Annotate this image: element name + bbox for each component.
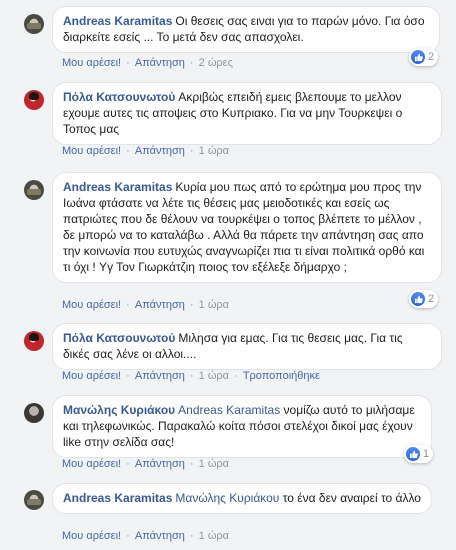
like-link[interactable]: Μου αρέσει! [62,299,121,311]
thumbs-up-icon [411,50,425,64]
reply-link[interactable]: Απάντηση [135,57,185,69]
avatar[interactable] [24,403,44,423]
avatar[interactable] [24,331,44,351]
avatar[interactable] [24,90,44,110]
avatar[interactable] [24,14,44,34]
comment-time[interactable]: 1 ώρα [199,145,229,157]
comment-text: Κυρία μου πως από το ερώτημα μου προς τη… [63,180,425,274]
comment-bubble: Πόλα Κατσουνωτού Μιλησα για εμας. Για τις… [52,323,442,370]
like-link[interactable]: Μου αρέσει! [62,57,121,69]
comment-bubble: Πόλα Κατσουνωτού Ακριβώς επειδή εμεις βλε… [52,82,442,145]
avatar[interactable] [24,490,44,510]
reply-link[interactable]: Απάντηση [135,299,185,311]
comment-bubble: Andreas Karamitas Μανώλης Κυριάκου το ένα… [52,483,432,514]
thumbs-up-icon [411,292,425,306]
like-link[interactable]: Μου αρέσει! [62,458,121,470]
comment-bubble: Andreas Karamitas Κυρία μου πως από το ερ… [52,172,442,283]
like-link[interactable]: Μου αρέσει! [62,530,121,542]
comment-time[interactable]: 1 ώρα [199,458,229,470]
comment-actions: Μου αρέσει! · Απάντηση · 2 ώρες [62,57,233,69]
reply-link[interactable]: Απάντηση [135,458,185,470]
like-link[interactable]: Μου αρέσει! [62,145,121,157]
mention-link[interactable]: Μανώλης Κυριάκου [175,491,279,505]
reaction-count[interactable]: 2 [409,290,439,308]
comment-author[interactable]: Μανώλης Κυριάκου [63,403,175,417]
reaction-count[interactable]: 1 [404,445,434,463]
comment-bubble: Μανώλης Κυριάκου Andreas Karamitas νομίζω… [52,395,432,458]
reaction-number: 2 [428,51,435,63]
thumbs-up-icon [406,447,420,461]
reply-link[interactable]: Απάντηση [135,530,185,542]
comment-author[interactable]: Andreas Karamitas [63,14,172,28]
avatar[interactable] [24,180,44,200]
comment-actions: Μου αρέσει! · Απάντηση · 1 ώρα [62,458,230,470]
comment-time[interactable]: 2 ώρες [199,57,233,69]
comment-bubble: Andreas Karamitas Οι θεσεις σας ειναι για… [52,6,440,53]
like-link[interactable]: Μου αρέσει! [62,370,121,382]
comment-actions: Μου αρέσει! · Απάντηση · 1 ώρα [62,299,230,311]
comment-author[interactable]: Πόλα Κατσουνωτού [63,331,175,345]
reaction-number: 2 [428,293,435,305]
comment-actions: Μου αρέσει! · Απάντηση · 1 ώρα [62,530,230,542]
edited-link[interactable]: Τροποποιήθηκε [243,370,320,382]
comment-time[interactable]: 1 ώρα [199,299,229,311]
comment-author[interactable]: Πόλα Κατσουνωτού [63,90,175,104]
reply-link[interactable]: Απάντηση [135,145,185,157]
reaction-count[interactable]: 2 [409,48,439,66]
comment-actions: Μου αρέσει! · Απάντηση · 1 ώρα · Τροποπο… [62,370,320,382]
comment-text: το ένα δεν αναιρεί το άλλο [282,491,421,505]
comment-time[interactable]: 1 ώρα [199,530,229,542]
comment-actions: Μου αρέσει! · Απάντηση · 1 ώρα [62,145,230,157]
comment-author[interactable]: Andreas Karamitas [63,180,172,194]
reaction-number: 1 [423,448,430,460]
comment-author[interactable]: Andreas Karamitas [63,491,172,505]
comment-time[interactable]: 1 ώρα [199,370,229,382]
reply-link[interactable]: Απάντηση [135,370,185,382]
mention-link[interactable]: Andreas Karamitas [178,403,280,417]
